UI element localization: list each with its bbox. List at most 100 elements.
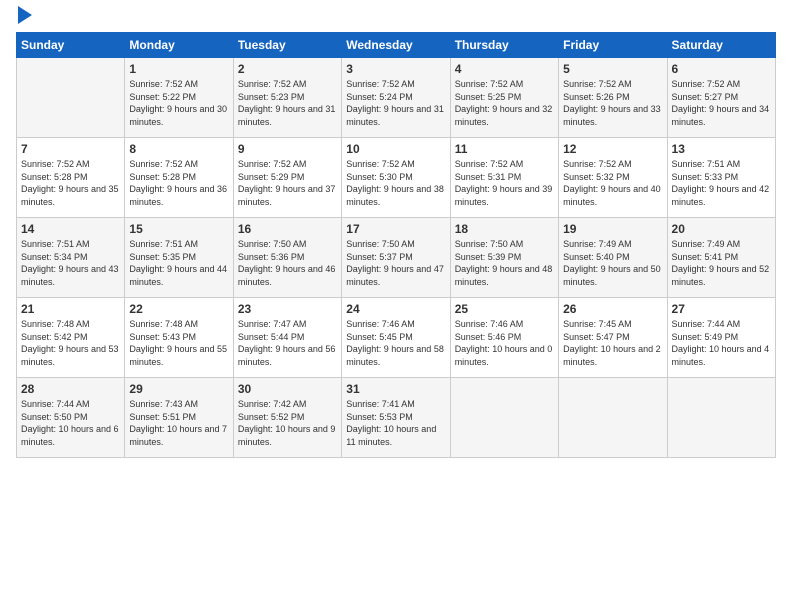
day-info: Sunrise: 7:51 AM Sunset: 5:35 PM Dayligh… bbox=[129, 238, 228, 288]
calendar-table: SundayMondayTuesdayWednesdayThursdayFrid… bbox=[16, 32, 776, 458]
day-number: 16 bbox=[238, 222, 337, 236]
weekday-header-thursday: Thursday bbox=[450, 33, 558, 58]
day-info: Sunrise: 7:48 AM Sunset: 5:43 PM Dayligh… bbox=[129, 318, 228, 368]
day-info: Sunrise: 7:41 AM Sunset: 5:53 PM Dayligh… bbox=[346, 398, 445, 448]
calendar-cell bbox=[559, 378, 667, 458]
day-info: Sunrise: 7:52 AM Sunset: 5:22 PM Dayligh… bbox=[129, 78, 228, 128]
day-number: 28 bbox=[21, 382, 120, 396]
calendar-cell bbox=[450, 378, 558, 458]
calendar-cell: 18 Sunrise: 7:50 AM Sunset: 5:39 PM Dayl… bbox=[450, 218, 558, 298]
week-row-5: 28 Sunrise: 7:44 AM Sunset: 5:50 PM Dayl… bbox=[17, 378, 776, 458]
calendar-cell: 30 Sunrise: 7:42 AM Sunset: 5:52 PM Dayl… bbox=[233, 378, 341, 458]
day-info: Sunrise: 7:48 AM Sunset: 5:42 PM Dayligh… bbox=[21, 318, 120, 368]
weekday-header-monday: Monday bbox=[125, 33, 233, 58]
calendar-cell bbox=[17, 58, 125, 138]
calendar-cell: 2 Sunrise: 7:52 AM Sunset: 5:23 PM Dayli… bbox=[233, 58, 341, 138]
day-info: Sunrise: 7:49 AM Sunset: 5:41 PM Dayligh… bbox=[672, 238, 771, 288]
day-number: 27 bbox=[672, 302, 771, 316]
calendar-cell: 23 Sunrise: 7:47 AM Sunset: 5:44 PM Dayl… bbox=[233, 298, 341, 378]
day-info: Sunrise: 7:52 AM Sunset: 5:23 PM Dayligh… bbox=[238, 78, 337, 128]
day-number: 1 bbox=[129, 62, 228, 76]
day-number: 7 bbox=[21, 142, 120, 156]
day-info: Sunrise: 7:51 AM Sunset: 5:33 PM Dayligh… bbox=[672, 158, 771, 208]
week-row-2: 7 Sunrise: 7:52 AM Sunset: 5:28 PM Dayli… bbox=[17, 138, 776, 218]
calendar-cell: 26 Sunrise: 7:45 AM Sunset: 5:47 PM Dayl… bbox=[559, 298, 667, 378]
calendar-cell: 22 Sunrise: 7:48 AM Sunset: 5:43 PM Dayl… bbox=[125, 298, 233, 378]
day-info: Sunrise: 7:47 AM Sunset: 5:44 PM Dayligh… bbox=[238, 318, 337, 368]
day-info: Sunrise: 7:52 AM Sunset: 5:29 PM Dayligh… bbox=[238, 158, 337, 208]
day-number: 3 bbox=[346, 62, 445, 76]
weekday-header-tuesday: Tuesday bbox=[233, 33, 341, 58]
day-number: 17 bbox=[346, 222, 445, 236]
day-info: Sunrise: 7:46 AM Sunset: 5:46 PM Dayligh… bbox=[455, 318, 554, 368]
day-number: 30 bbox=[238, 382, 337, 396]
calendar-cell: 6 Sunrise: 7:52 AM Sunset: 5:27 PM Dayli… bbox=[667, 58, 775, 138]
calendar-cell: 11 Sunrise: 7:52 AM Sunset: 5:31 PM Dayl… bbox=[450, 138, 558, 218]
day-number: 10 bbox=[346, 142, 445, 156]
week-row-1: 1 Sunrise: 7:52 AM Sunset: 5:22 PM Dayli… bbox=[17, 58, 776, 138]
day-number: 31 bbox=[346, 382, 445, 396]
day-number: 19 bbox=[563, 222, 662, 236]
day-number: 23 bbox=[238, 302, 337, 316]
weekday-header-sunday: Sunday bbox=[17, 33, 125, 58]
calendar-cell: 12 Sunrise: 7:52 AM Sunset: 5:32 PM Dayl… bbox=[559, 138, 667, 218]
day-info: Sunrise: 7:42 AM Sunset: 5:52 PM Dayligh… bbox=[238, 398, 337, 448]
calendar-cell: 24 Sunrise: 7:46 AM Sunset: 5:45 PM Dayl… bbox=[342, 298, 450, 378]
calendar-cell: 9 Sunrise: 7:52 AM Sunset: 5:29 PM Dayli… bbox=[233, 138, 341, 218]
calendar-cell: 10 Sunrise: 7:52 AM Sunset: 5:30 PM Dayl… bbox=[342, 138, 450, 218]
calendar-cell: 5 Sunrise: 7:52 AM Sunset: 5:26 PM Dayli… bbox=[559, 58, 667, 138]
day-info: Sunrise: 7:51 AM Sunset: 5:34 PM Dayligh… bbox=[21, 238, 120, 288]
day-info: Sunrise: 7:50 AM Sunset: 5:37 PM Dayligh… bbox=[346, 238, 445, 288]
week-row-4: 21 Sunrise: 7:48 AM Sunset: 5:42 PM Dayl… bbox=[17, 298, 776, 378]
day-info: Sunrise: 7:52 AM Sunset: 5:28 PM Dayligh… bbox=[21, 158, 120, 208]
calendar-cell: 3 Sunrise: 7:52 AM Sunset: 5:24 PM Dayli… bbox=[342, 58, 450, 138]
weekday-header-row: SundayMondayTuesdayWednesdayThursdayFrid… bbox=[17, 33, 776, 58]
logo bbox=[16, 10, 32, 24]
day-info: Sunrise: 7:52 AM Sunset: 5:26 PM Dayligh… bbox=[563, 78, 662, 128]
day-info: Sunrise: 7:50 AM Sunset: 5:36 PM Dayligh… bbox=[238, 238, 337, 288]
day-info: Sunrise: 7:52 AM Sunset: 5:28 PM Dayligh… bbox=[129, 158, 228, 208]
day-info: Sunrise: 7:50 AM Sunset: 5:39 PM Dayligh… bbox=[455, 238, 554, 288]
weekday-header-wednesday: Wednesday bbox=[342, 33, 450, 58]
day-number: 26 bbox=[563, 302, 662, 316]
weekday-header-saturday: Saturday bbox=[667, 33, 775, 58]
day-info: Sunrise: 7:43 AM Sunset: 5:51 PM Dayligh… bbox=[129, 398, 228, 448]
day-number: 24 bbox=[346, 302, 445, 316]
header bbox=[16, 10, 776, 24]
day-info: Sunrise: 7:44 AM Sunset: 5:49 PM Dayligh… bbox=[672, 318, 771, 368]
day-number: 11 bbox=[455, 142, 554, 156]
day-number: 29 bbox=[129, 382, 228, 396]
day-number: 13 bbox=[672, 142, 771, 156]
day-number: 9 bbox=[238, 142, 337, 156]
day-info: Sunrise: 7:44 AM Sunset: 5:50 PM Dayligh… bbox=[21, 398, 120, 448]
calendar-cell bbox=[667, 378, 775, 458]
calendar-cell: 13 Sunrise: 7:51 AM Sunset: 5:33 PM Dayl… bbox=[667, 138, 775, 218]
calendar-cell: 28 Sunrise: 7:44 AM Sunset: 5:50 PM Dayl… bbox=[17, 378, 125, 458]
calendar-cell: 7 Sunrise: 7:52 AM Sunset: 5:28 PM Dayli… bbox=[17, 138, 125, 218]
calendar-cell: 15 Sunrise: 7:51 AM Sunset: 5:35 PM Dayl… bbox=[125, 218, 233, 298]
calendar-cell: 4 Sunrise: 7:52 AM Sunset: 5:25 PM Dayli… bbox=[450, 58, 558, 138]
weekday-header-friday: Friday bbox=[559, 33, 667, 58]
day-info: Sunrise: 7:52 AM Sunset: 5:31 PM Dayligh… bbox=[455, 158, 554, 208]
logo-arrow-icon bbox=[18, 6, 32, 24]
day-number: 5 bbox=[563, 62, 662, 76]
day-number: 12 bbox=[563, 142, 662, 156]
calendar-cell: 14 Sunrise: 7:51 AM Sunset: 5:34 PM Dayl… bbox=[17, 218, 125, 298]
day-info: Sunrise: 7:52 AM Sunset: 5:24 PM Dayligh… bbox=[346, 78, 445, 128]
day-number: 20 bbox=[672, 222, 771, 236]
calendar-cell: 20 Sunrise: 7:49 AM Sunset: 5:41 PM Dayl… bbox=[667, 218, 775, 298]
week-row-3: 14 Sunrise: 7:51 AM Sunset: 5:34 PM Dayl… bbox=[17, 218, 776, 298]
day-info: Sunrise: 7:52 AM Sunset: 5:25 PM Dayligh… bbox=[455, 78, 554, 128]
day-number: 14 bbox=[21, 222, 120, 236]
page: SundayMondayTuesdayWednesdayThursdayFrid… bbox=[0, 0, 792, 468]
day-number: 22 bbox=[129, 302, 228, 316]
day-number: 8 bbox=[129, 142, 228, 156]
calendar-cell: 19 Sunrise: 7:49 AM Sunset: 5:40 PM Dayl… bbox=[559, 218, 667, 298]
day-info: Sunrise: 7:52 AM Sunset: 5:30 PM Dayligh… bbox=[346, 158, 445, 208]
day-number: 18 bbox=[455, 222, 554, 236]
day-info: Sunrise: 7:52 AM Sunset: 5:27 PM Dayligh… bbox=[672, 78, 771, 128]
day-number: 21 bbox=[21, 302, 120, 316]
day-number: 6 bbox=[672, 62, 771, 76]
day-info: Sunrise: 7:52 AM Sunset: 5:32 PM Dayligh… bbox=[563, 158, 662, 208]
day-info: Sunrise: 7:49 AM Sunset: 5:40 PM Dayligh… bbox=[563, 238, 662, 288]
